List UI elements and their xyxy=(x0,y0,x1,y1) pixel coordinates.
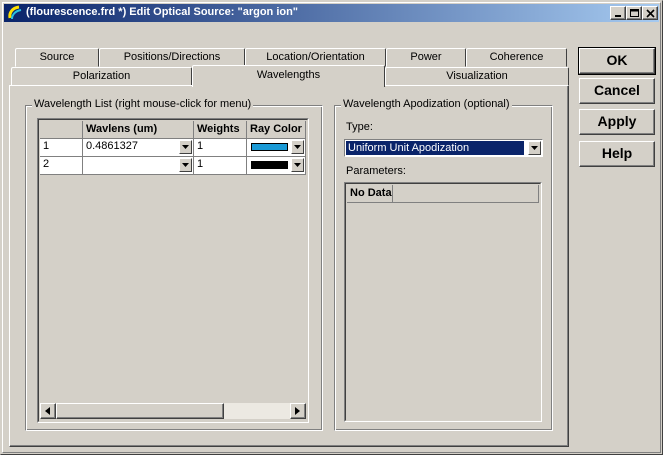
ray-color-dropdown-button[interactable] xyxy=(291,140,304,154)
grid-corner xyxy=(40,121,83,139)
tab-power[interactable]: Power xyxy=(386,48,466,67)
tab-wavelengths[interactable]: Wavelengths xyxy=(192,65,385,87)
parameters-header-blank xyxy=(393,185,539,203)
tab-polarization[interactable]: Polarization xyxy=(11,67,192,86)
app-icon xyxy=(7,5,23,21)
apodization-label: Wavelength Apodization (optional) xyxy=(341,98,512,110)
minimize-button[interactable] xyxy=(610,6,626,20)
ok-button[interactable]: OK xyxy=(578,47,656,75)
ray-color-swatch xyxy=(251,161,288,169)
scroll-right-button[interactable] xyxy=(290,403,306,419)
wavelength-cell[interactable] xyxy=(83,157,194,175)
weight-cell[interactable]: 1 xyxy=(194,139,247,157)
parameters-header: No Data xyxy=(347,185,393,203)
apply-button[interactable]: Apply xyxy=(579,109,655,135)
apodization-dropdown-button[interactable] xyxy=(528,141,541,155)
window-title: (flourescence.frd *) Edit Optical Source… xyxy=(26,6,299,18)
apodization-type-select[interactable]: Uniform Unit Apodization xyxy=(344,139,543,157)
title-bar[interactable]: (flourescence.frd *) Edit Optical Source… xyxy=(4,4,659,22)
scroll-thumb[interactable] xyxy=(56,403,224,419)
type-label: Type: xyxy=(346,121,373,133)
row-number: 2 xyxy=(40,157,83,175)
weight-cell[interactable]: 1 xyxy=(194,157,247,175)
wavelength-value: 0.4861327 xyxy=(86,140,138,152)
cancel-button[interactable]: Cancel xyxy=(579,78,655,104)
scroll-left-button[interactable] xyxy=(40,403,56,419)
apodization-type-value: Uniform Unit Apodization xyxy=(346,141,524,155)
ray-color-swatch xyxy=(251,143,288,151)
col-header-ray-color[interactable]: Ray Color xyxy=(247,121,306,139)
ray-color-cell[interactable] xyxy=(247,139,306,157)
wavelength-dropdown-button[interactable] xyxy=(179,140,192,154)
maximize-button[interactable] xyxy=(626,6,642,20)
ray-color-dropdown-button[interactable] xyxy=(291,158,304,172)
tab-visualization[interactable]: Visualization xyxy=(385,67,569,86)
tab-coherence[interactable]: Coherence xyxy=(466,48,567,67)
close-button[interactable] xyxy=(642,6,658,20)
ray-color-cell[interactable] xyxy=(247,157,306,175)
help-button[interactable]: Help xyxy=(579,141,655,167)
wavelength-dropdown-button[interactable] xyxy=(179,158,192,172)
wavelength-cell[interactable]: 0.4861327 xyxy=(83,139,194,157)
row-number: 1 xyxy=(40,139,83,157)
col-header-wavelength[interactable]: Wavlens (um) xyxy=(83,121,194,139)
parameters-label: Parameters: xyxy=(346,165,406,177)
grid-horizontal-scrollbar[interactable] xyxy=(40,403,306,419)
dialog-window: (flourescence.frd *) Edit Optical Source… xyxy=(0,0,663,455)
col-header-weights[interactable]: Weights xyxy=(194,121,247,139)
wavelength-grid[interactable]: Wavlens (um) Weights Ray Color 1 0.48613… xyxy=(37,118,309,423)
tab-source[interactable]: Source xyxy=(15,48,99,67)
parameters-grid[interactable]: No Data xyxy=(344,182,542,422)
wavelength-list-label: Wavelength List (right mouse-click for m… xyxy=(32,98,254,110)
